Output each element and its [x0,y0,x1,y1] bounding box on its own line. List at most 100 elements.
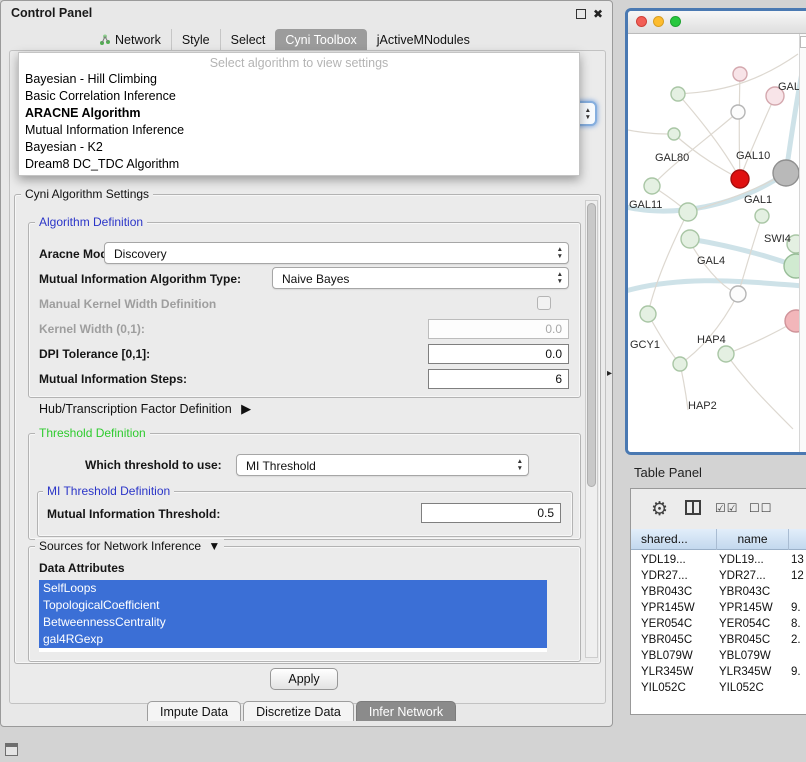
table-row[interactable]: YBR043C YBR043C [631,584,806,600]
settings-scrollbar[interactable] [585,200,598,658]
cell: YLR345W [719,664,787,680]
settings-scrollbar-thumb[interactable] [587,203,596,487]
mi-threshold-label: Mutual Information Threshold: [47,507,220,521]
tab-select[interactable]: Select [220,29,276,50]
algorithm-option[interactable]: Basic Correlation Inference [23,88,575,105]
mi-algorithm-type-select[interactable]: Naive Bayes ▲▼ [272,267,569,289]
cell: YER054C [719,616,787,632]
tab-network[interactable]: Network [89,29,171,50]
network-node[interactable] [731,105,745,119]
close-icon[interactable]: ✖ [593,7,603,21]
selected-value: Discovery [114,247,167,261]
algorithm-option[interactable]: Dream8 DC_TDC Algorithm [23,156,575,173]
deselect-all-checkboxes-icon[interactable]: ☐☐ [749,501,773,515]
selected-value: MI Threshold [246,459,316,473]
table-row[interactable]: YBR045C YBR045C 2. [631,632,806,648]
network-node[interactable] [733,67,747,81]
aracne-mode-select[interactable]: Discovery ▲▼ [104,242,569,264]
cell: 9. [791,664,806,680]
bottom-tab-bar: Impute Data Discretize Data Infer Networ… [147,701,458,721]
cell: YLR345W [641,664,715,680]
network-scrollbar[interactable] [799,34,806,452]
network-node[interactable] [718,346,734,362]
tab-label: Select [231,33,266,47]
algorithm-option-selected[interactable]: ARACNE Algorithm [23,105,575,122]
restore-panel-icon[interactable] [5,743,18,756]
network-window-titlebar[interactable] [628,11,806,34]
column-header-name[interactable]: name [717,529,789,550]
stepper-arrows-icon: ▲▼ [517,458,523,472]
table-row[interactable]: YDR27... YDR27... 12 [631,568,806,584]
cell: 13 [791,552,806,568]
manual-kernel-checkbox[interactable] [537,296,551,310]
network-node[interactable] [640,306,656,322]
cell: YBR045C [641,632,715,648]
network-node[interactable] [679,203,697,221]
cell: YBR043C [719,584,787,600]
algorithm-option[interactable]: Mutual Information Inference [23,122,575,139]
network-node[interactable] [644,178,660,194]
table-row[interactable]: YER054C YER054C 8. [631,616,806,632]
cell: YDL19... [719,552,787,568]
tab-cyni-toolbox[interactable]: Cyni Toolbox [275,29,366,50]
table-row[interactable]: YBL079W YBL079W [631,648,806,664]
tab-jactivemnodules[interactable]: jActiveMNodules [367,29,480,50]
table-row[interactable]: YDL19... YDL19... 13 [631,552,806,568]
node-label: GAL1 [744,194,772,206]
table-row[interactable]: YIL052C YIL052C [631,680,806,696]
dpi-tolerance-input[interactable]: 0.0 [428,344,569,364]
column-header-shared[interactable]: shared... [631,529,717,550]
network-node[interactable] [730,286,746,302]
tab-style[interactable]: Style [171,29,220,50]
network-node-gal10[interactable] [731,170,749,188]
close-traffic-light-icon[interactable] [636,16,647,27]
triangle-down-icon: ▼ [208,539,220,553]
zoom-traffic-light-icon[interactable] [670,16,681,27]
attribute-item-selected[interactable]: gal4RGexp [39,631,547,648]
group-title: Cyni Algorithm Settings [21,187,153,201]
algorithm-option[interactable]: Bayesian - K2 [23,139,575,156]
tab-impute-data[interactable]: Impute Data [147,701,241,721]
group-title: Algorithm Definition [35,215,147,229]
network-node[interactable] [671,87,685,101]
network-canvas-area[interactable]: GAL8 GAL80 GAL10 GAL11 GAL1 SWI4 GAL4 GC… [628,34,806,452]
network-scrollbar-button[interactable] [800,36,806,48]
which-threshold-select[interactable]: MI Threshold ▲▼ [236,454,529,476]
triangle-right-icon: ▶ [241,401,251,416]
network-node[interactable] [773,160,799,186]
mi-threshold-input[interactable]: 0.5 [421,503,561,523]
cell: YDL19... [641,552,715,568]
attribute-item-selected[interactable]: BetweennessCentrality [39,614,547,631]
stepper-arrows-icon: ▲▼ [557,271,563,285]
table-panel-title: Table Panel [634,465,702,480]
column-header-partial[interactable] [789,529,806,550]
stepper-arrows-icon: ▲▼ [585,107,591,121]
network-node[interactable] [755,209,769,223]
network-node[interactable] [668,128,680,140]
node-label: GAL10 [736,150,770,162]
algorithm-option[interactable]: Bayesian - Hill Climbing [23,71,575,88]
splitter-collapse-arrow-icon[interactable]: ▸ [607,368,612,379]
kernel-width-input[interactable]: 0.0 [428,319,569,339]
attribute-item-selected[interactable]: TopologicalCoefficient [39,597,547,614]
mi-steps-input[interactable]: 6 [428,369,569,389]
hub-definition-toggle[interactable]: Hub/Transcription Factor Definition ▶ [39,401,251,417]
select-all-checkboxes-icon[interactable]: ☑☑ [715,501,739,515]
network-node[interactable] [673,357,687,371]
sources-toggle[interactable]: Sources for Network Inference ▼ [35,539,224,553]
float-window-icon[interactable] [576,9,586,19]
table-row[interactable]: YPR145W YPR145W 9. [631,600,806,616]
cell: YER054C [641,616,715,632]
gear-icon[interactable]: ⚙ [651,498,668,521]
columns-icon[interactable] [685,500,701,515]
screen: Control Panel ✖ Network Style Select Cyn… [0,0,806,762]
stepper-arrows-icon: ▲▼ [557,246,563,260]
tab-discretize-data[interactable]: Discretize Data [243,701,354,721]
minimize-traffic-light-icon[interactable] [653,16,664,27]
network-node[interactable] [681,230,699,248]
tab-infer-network[interactable]: Infer Network [356,701,456,721]
attribute-item-selected[interactable]: SelfLoops [39,580,547,597]
table-row[interactable]: YLR345W YLR345W 9. [631,664,806,680]
cell: YBL079W [641,648,715,664]
apply-button[interactable]: Apply [270,668,338,690]
